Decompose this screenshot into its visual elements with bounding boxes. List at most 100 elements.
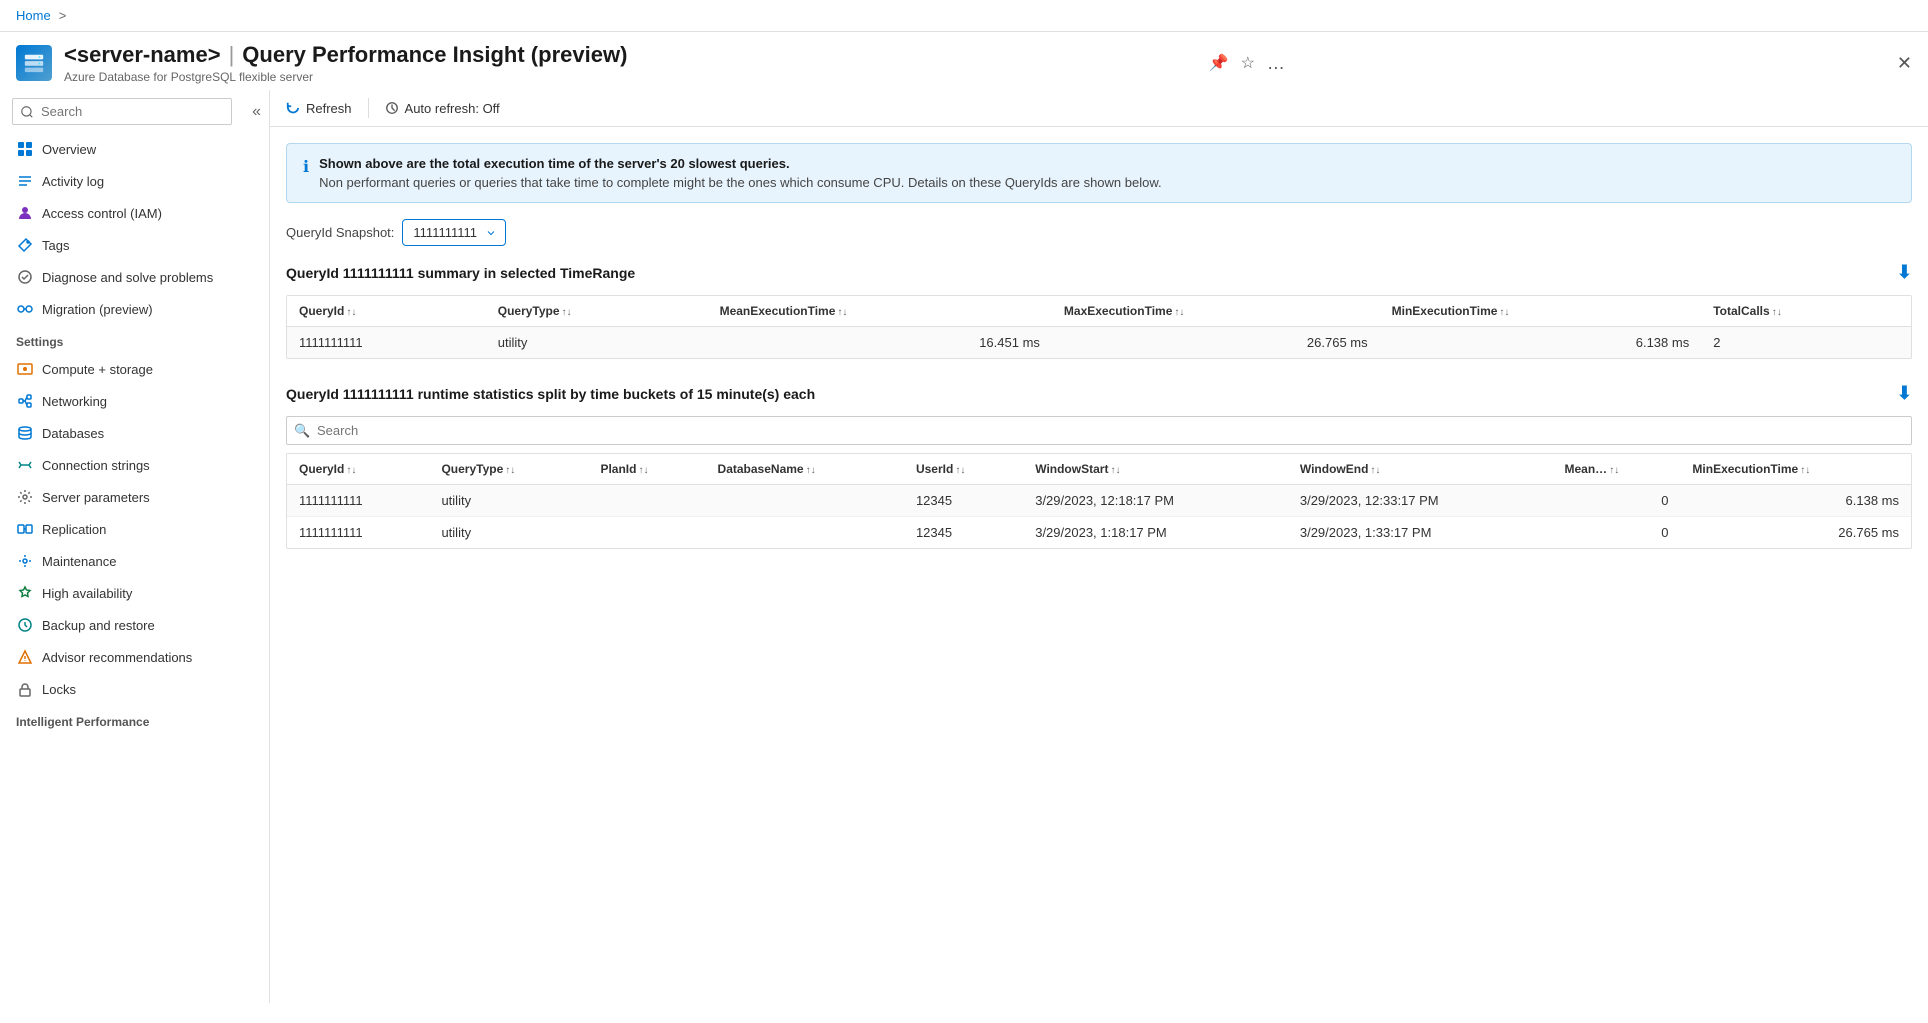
sidebar-item-label: Networking xyxy=(42,394,107,409)
header-title-group: <server-name> | Query Performance Insigh… xyxy=(64,42,1197,84)
sidebar-item-label: Server parameters xyxy=(42,490,150,505)
overview-icon xyxy=(16,140,34,158)
sidebar-item-maintenance[interactable]: Maintenance xyxy=(0,545,269,577)
sidebar-item-label: Databases xyxy=(42,426,104,441)
sidebar-item-overview[interactable]: Overview xyxy=(0,133,269,165)
col-queryid[interactable]: QueryId↑↓ xyxy=(287,296,486,327)
snapshot-dropdown[interactable]: 1111111111 xyxy=(402,219,506,246)
sidebar-item-tags[interactable]: Tags xyxy=(0,229,269,261)
runtime-table-header-row: QueryId↑↓ QueryType↑↓ PlanId↑↓ DatabaseN… xyxy=(287,454,1911,485)
sidebar-item-databases[interactable]: Databases xyxy=(0,417,269,449)
server-params-icon xyxy=(16,488,34,506)
sidebar-item-migration[interactable]: Migration (preview) xyxy=(0,293,269,325)
content-area: Refresh Auto refresh: Off ℹ Shown above … xyxy=(270,90,1928,1003)
migration-icon xyxy=(16,300,34,318)
replication-icon xyxy=(16,520,34,538)
col-total-calls[interactable]: TotalCalls↑↓ xyxy=(1701,296,1911,327)
close-icon[interactable]: ✕ xyxy=(1897,53,1912,74)
cell-max-exec: 26.765 ms xyxy=(1052,327,1380,359)
rt-col-queryid[interactable]: QueryId↑↓ xyxy=(287,454,429,485)
rt-cell-mean: 0 xyxy=(1553,517,1681,549)
rt-col-planid[interactable]: PlanId↑↓ xyxy=(588,454,705,485)
rt-col-querytype[interactable]: QueryType↑↓ xyxy=(429,454,588,485)
rt-col-windowstart[interactable]: WindowStart↑↓ xyxy=(1023,454,1288,485)
col-mean-exec[interactable]: MeanExecutionTime↑↓ xyxy=(708,296,1052,327)
runtime-search-input[interactable] xyxy=(286,416,1912,445)
diagnose-icon xyxy=(16,268,34,286)
table-row[interactable]: 1111111111 utility 16.451 ms 26.765 ms 6… xyxy=(287,327,1911,359)
rt-col-dbname[interactable]: DatabaseName↑↓ xyxy=(706,454,904,485)
maintenance-icon xyxy=(16,552,34,570)
rt-cell-windowend: 3/29/2023, 12:33:17 PM xyxy=(1288,485,1553,517)
sidebar-item-advisor[interactable]: Advisor recommendations xyxy=(0,641,269,673)
sidebar-item-high-availability[interactable]: High availability xyxy=(0,577,269,609)
rt-cell-dbname xyxy=(706,485,904,517)
info-icon: ℹ xyxy=(303,157,309,177)
sidebar-item-replication[interactable]: Replication xyxy=(0,513,269,545)
sidebar-item-label: Access control (IAM) xyxy=(42,206,162,221)
sidebar-item-server-parameters[interactable]: Server parameters xyxy=(0,481,269,513)
rt-col-minexec[interactable]: MinExecutionTime↑↓ xyxy=(1680,454,1911,485)
rt-cell-querytype: utility xyxy=(429,485,588,517)
page-header: <server-name> | Query Performance Insigh… xyxy=(0,32,1928,90)
iam-icon xyxy=(16,204,34,222)
sidebar-item-networking[interactable]: Networking xyxy=(0,385,269,417)
rt-cell-windowstart: 3/29/2023, 1:18:17 PM xyxy=(1023,517,1288,549)
rt-cell-planid xyxy=(588,517,705,549)
locks-icon xyxy=(16,680,34,698)
search-input[interactable] xyxy=(12,98,232,125)
refresh-icon xyxy=(286,101,300,115)
header-actions: 📌 ☆ … ✕ xyxy=(1209,53,1912,74)
snapshot-label: QueryId Snapshot: xyxy=(286,225,394,240)
rt-col-userid[interactable]: UserId↑↓ xyxy=(904,454,1023,485)
table-row[interactable]: 1111111111 utility 12345 3/29/2023, 1:18… xyxy=(287,517,1911,549)
compute-icon xyxy=(16,360,34,378)
pin-icon[interactable]: 📌 xyxy=(1209,53,1229,73)
rt-col-mean[interactable]: Mean…↑↓ xyxy=(1553,454,1681,485)
snapshot-row: QueryId Snapshot: 1111111111 xyxy=(286,219,1912,246)
summary-download-icon[interactable]: ⬇ xyxy=(1897,262,1912,283)
runtime-search-wrap: 🔍 xyxy=(286,416,1912,445)
rt-cell-minexec: 26.765 ms xyxy=(1680,517,1911,549)
rt-col-windowend[interactable]: WindowEnd↑↓ xyxy=(1288,454,1553,485)
sidebar-item-backup-restore[interactable]: Backup and restore xyxy=(0,609,269,641)
col-querytype[interactable]: QueryType↑↓ xyxy=(486,296,708,327)
star-icon[interactable]: ☆ xyxy=(1241,53,1255,73)
header-separator: | xyxy=(229,42,235,68)
more-icon[interactable]: … xyxy=(1267,53,1285,74)
rt-cell-queryid: 1111111111 xyxy=(287,485,429,517)
refresh-button[interactable]: Refresh xyxy=(286,101,352,116)
auto-refresh-button[interactable]: Auto refresh: Off xyxy=(385,101,500,116)
sidebar-item-access-control[interactable]: Access control (IAM) xyxy=(0,197,269,229)
rt-cell-userid: 12345 xyxy=(904,485,1023,517)
sidebar: « Overview Activity log Access control (… xyxy=(0,90,270,1003)
databases-icon xyxy=(16,424,34,442)
sidebar-item-locks[interactable]: Locks xyxy=(0,673,269,705)
col-min-exec[interactable]: MinExecutionTime↑↓ xyxy=(1380,296,1702,327)
info-banner: ℹ Shown above are the total execution ti… xyxy=(286,143,1912,203)
table-row[interactable]: 1111111111 utility 12345 3/29/2023, 12:1… xyxy=(287,485,1911,517)
rt-cell-dbname xyxy=(706,517,904,549)
summary-table: QueryId↑↓ QueryType↑↓ MeanExecutionTime↑… xyxy=(287,296,1911,358)
backup-icon xyxy=(16,616,34,634)
sidebar-item-label: Replication xyxy=(42,522,106,537)
rt-cell-windowstart: 3/29/2023, 12:18:17 PM xyxy=(1023,485,1288,517)
home-breadcrumb[interactable]: Home xyxy=(16,8,51,23)
cell-querytype: utility xyxy=(486,327,708,359)
activity-log-icon xyxy=(16,172,34,190)
runtime-search-row: 🔍 xyxy=(286,416,1912,445)
sidebar-item-label: Compute + storage xyxy=(42,362,153,377)
sidebar-item-label: Maintenance xyxy=(42,554,116,569)
sidebar-item-activity-log[interactable]: Activity log xyxy=(0,165,269,197)
runtime-table: QueryId↑↓ QueryType↑↓ PlanId↑↓ DatabaseN… xyxy=(287,454,1911,548)
sidebar-item-diagnose[interactable]: Diagnose and solve problems xyxy=(0,261,269,293)
col-max-exec[interactable]: MaxExecutionTime↑↓ xyxy=(1052,296,1380,327)
breadcrumb-separator: > xyxy=(59,8,67,23)
sidebar-item-compute-storage[interactable]: Compute + storage xyxy=(0,353,269,385)
runtime-download-icon[interactable]: ⬇ xyxy=(1897,383,1912,404)
connection-icon xyxy=(16,456,34,474)
rt-cell-querytype: utility xyxy=(429,517,588,549)
runtime-section-title: QueryId 1111111111 runtime statistics sp… xyxy=(286,383,1912,404)
sidebar-item-connection-strings[interactable]: Connection strings xyxy=(0,449,269,481)
collapse-sidebar-button[interactable]: « xyxy=(244,103,269,121)
